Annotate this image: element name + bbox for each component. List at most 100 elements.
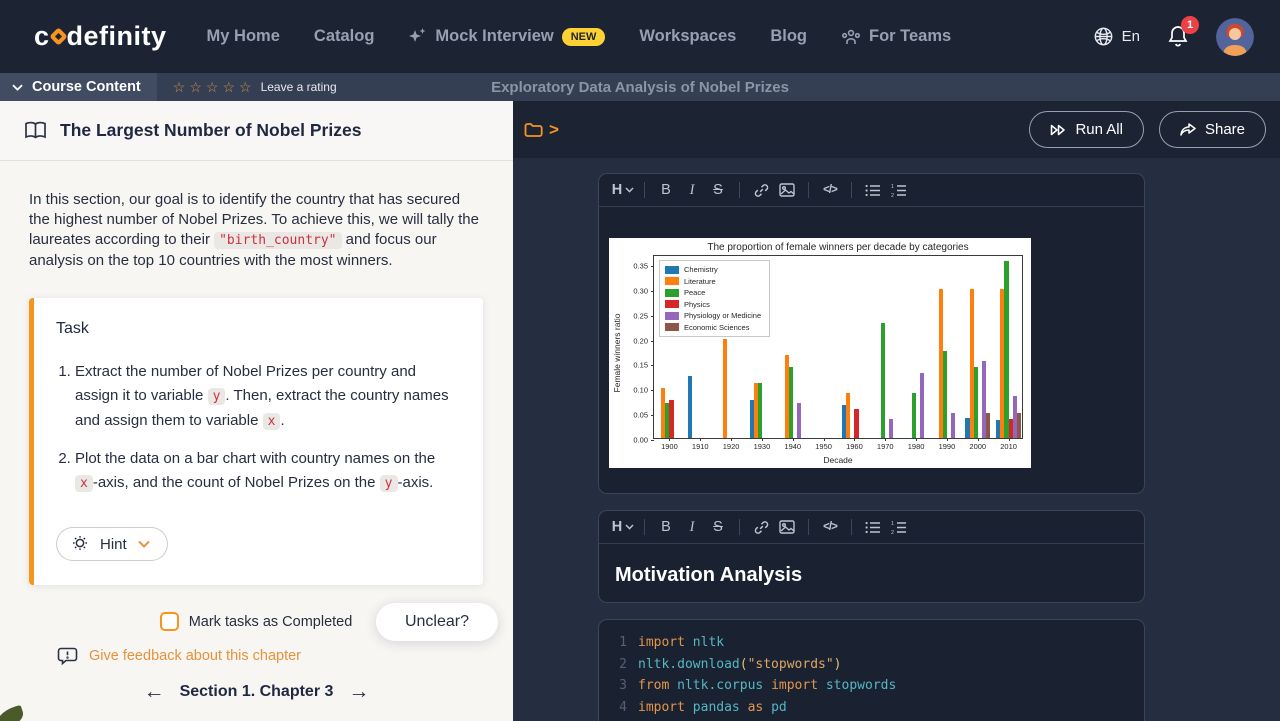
code-token: pandas [693,697,748,719]
chart-y-tick-mark [651,365,654,366]
chart-legend-swatch [665,289,679,297]
workspace-header: > Run All Share [513,101,1280,158]
star-icon[interactable]: ☆ [239,80,252,94]
strikethrough-button[interactable]: S [706,178,730,202]
notifications-button[interactable]: 1 [1166,24,1190,50]
chart-y-tick-mark [651,390,654,391]
codefinity-logo[interactable]: c definity [34,21,167,52]
toolbar-divider [644,519,645,535]
link-button[interactable] [749,515,773,539]
chart-bar [797,403,801,438]
sparkles-icon [408,27,427,46]
nav-item-mock-interview[interactable]: Mock Interview NEW [408,27,605,46]
chart-bar [723,339,727,439]
task-list: Extract the number of Nobel Prizes per c… [75,360,461,496]
chevron-down-icon [12,84,23,91]
nav-item-for-teams[interactable]: For Teams [841,27,951,46]
chart-x-tick-mark [669,438,670,441]
star-icon[interactable]: ☆ [206,80,219,94]
link-icon [754,520,769,535]
star-icon[interactable]: ☆ [173,80,186,94]
strikethrough-button[interactable]: S [706,515,730,539]
svg-text:1: 1 [891,521,894,527]
prev-chapter-arrow[interactable]: ← [144,681,165,702]
course-content-toggle[interactable]: Course Content [0,73,157,101]
image-icon [779,183,795,197]
bold-button[interactable]: B [654,178,678,202]
code-button[interactable]: </> [818,178,842,202]
code-line: 4import pandas as pd [613,697,1130,719]
task-card: Task Extract the number of Nobel Prizes … [29,298,483,585]
bold-button[interactable]: B [654,515,678,539]
hint-button[interactable]: Hint [56,527,168,561]
nav-item-catalog[interactable]: Catalog [314,27,375,46]
italic-button[interactable]: I [680,515,704,539]
nav-item-my-home[interactable]: My Home [207,27,280,46]
chart-x-tick-mark [916,438,917,441]
image-button[interactable] [775,178,799,202]
chart-bar [669,400,673,438]
chart-y-axis-label: Female winners ratio [612,273,622,433]
numbered-list-button[interactable]: 12 [887,515,911,539]
chart-x-tick-mark [854,438,855,441]
numbered-list-icon: 12 [891,521,907,534]
code-token: as [748,697,771,719]
chapter-nav: ← Section 1. Chapter 3 → [0,681,513,702]
new-badge: NEW [562,28,606,46]
lesson-body: In this section, our goal is to identify… [0,161,513,666]
book-icon [24,121,47,140]
line-number: 4 [613,697,627,719]
code-token: import [638,697,693,719]
chart-legend-label: Literature [684,277,716,286]
chart-x-tick-label: 1910 [692,442,709,451]
image-icon [779,520,795,534]
nav-item-blog[interactable]: Blog [770,27,807,46]
chart-bar [1004,261,1008,438]
chart-x-tick-mark [700,438,701,441]
logo-text-pre: c [34,21,50,52]
numbered-list-button[interactable]: 12 [887,178,911,202]
feedback-link[interactable]: Give feedback about this chapter [89,648,301,664]
italic-button[interactable]: I [680,178,704,202]
workspace-panel: > Run All Share [513,101,1280,721]
chart-y-tick-mark [651,415,654,416]
next-chapter-arrow[interactable]: → [348,681,369,702]
language-label: En [1122,28,1140,45]
avatar[interactable] [1216,18,1254,56]
chart-x-tick-label: 1900 [661,442,678,451]
chart-legend-label: Chemistry [684,265,718,274]
markdown-heading[interactable]: Motivation Analysis [615,561,1128,589]
star-icon[interactable]: ☆ [189,80,202,94]
chart-bar [789,367,793,438]
unclear-button[interactable]: Unclear? [376,603,498,641]
run-all-button[interactable]: Run All [1029,111,1144,148]
heading-button[interactable]: H [611,178,635,202]
toolbar-divider [851,519,852,535]
chart-x-tick-label: 1940 [784,442,801,451]
link-button[interactable] [749,178,773,202]
code-cell[interactable]: 1import nltk2nltk.download("stopwords")3… [598,619,1145,721]
bullet-list-button[interactable] [861,515,885,539]
bullet-list-button[interactable] [861,178,885,202]
code-line: 2nltk.download("stopwords") [613,654,1130,676]
chart-legend-label: Physics [684,300,710,309]
chapter-label: Section 1. Chapter 3 [180,683,334,701]
globe-icon [1093,26,1114,47]
chart-legend-entry: Physiology or Medicine [665,311,761,320]
heading-button[interactable]: H [611,515,635,539]
nav-label: Workspaces [639,27,736,46]
editor-toolbar: H B I S [599,174,1144,207]
image-button[interactable] [775,515,799,539]
star-icon[interactable]: ☆ [222,80,235,94]
code-button[interactable]: </> [818,515,842,539]
share-button[interactable]: Share [1159,111,1266,148]
app: c definity My Home Catalog Mock Intervie… [0,0,1280,721]
mark-completed-checkbox[interactable] [160,612,179,631]
nav-item-workspaces[interactable]: Workspaces [639,27,736,46]
file-breadcrumb[interactable]: > [524,120,559,140]
chart-bar [1017,413,1021,438]
language-selector[interactable]: En [1093,26,1140,47]
inline-code: x [263,413,281,430]
chart-bar [854,409,858,438]
hint-label: Hint [100,536,127,553]
